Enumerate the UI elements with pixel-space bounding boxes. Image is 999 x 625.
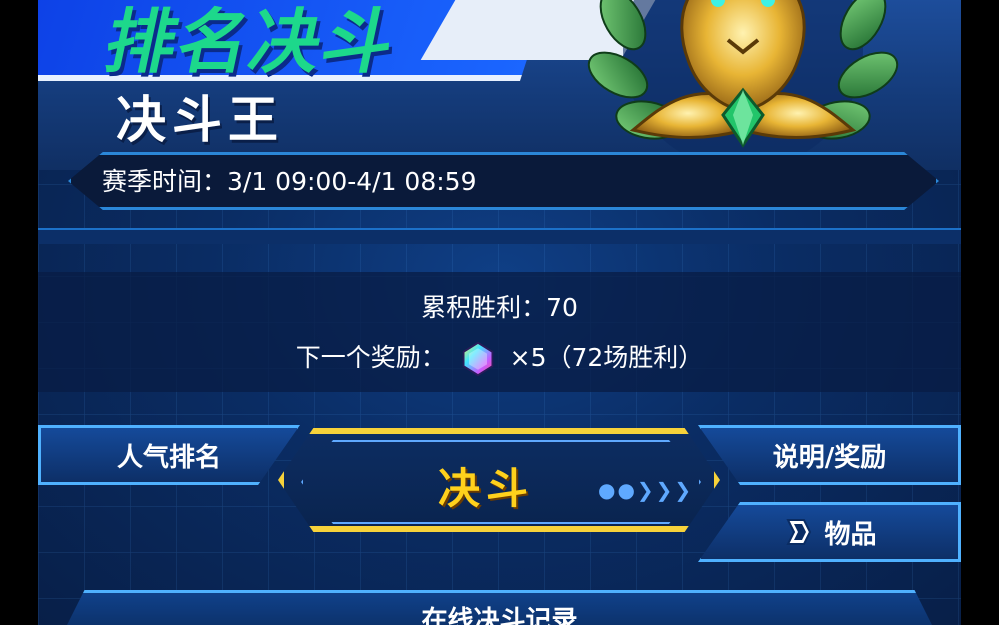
ranked-duel-screen: 排名决斗 决斗王 赛季时间：3/1 09:00-4/1 08:59 累积胜利：7… bbox=[38, 0, 961, 625]
explanation-rewards-button[interactable]: 说明/奖励 bbox=[698, 425, 961, 485]
header-banner: 排名决斗 决斗王 bbox=[38, 0, 961, 170]
duel-label: 决斗 bbox=[438, 464, 535, 513]
duel-arrows-icon: ●●❯❯❯ bbox=[598, 478, 694, 502]
card-pack-icon bbox=[786, 519, 812, 545]
banner-title: 排名决斗 bbox=[98, 1, 404, 83]
divider-band bbox=[38, 228, 961, 244]
online-duel-record-label: 在线决斗记录 bbox=[421, 606, 578, 625]
items-label: 物品 bbox=[824, 519, 877, 550]
next-reward-label: 下一个奖励： bbox=[295, 343, 446, 372]
rank-title: 决斗王 bbox=[116, 91, 284, 149]
explanation-rewards-label: 说明/奖励 bbox=[772, 442, 887, 473]
popularity-ranking-label: 人气排名 bbox=[116, 442, 221, 473]
next-reward-row: 下一个奖励： ×5（72场胜利） bbox=[38, 338, 961, 377]
next-reward-detail: ×5（72场胜利） bbox=[509, 343, 704, 372]
cumulative-wins: 累积胜利：70 bbox=[421, 293, 578, 322]
popularity-ranking-button[interactable]: 人气排名 bbox=[38, 425, 300, 485]
items-button[interactable]: 物品 bbox=[698, 502, 961, 562]
season-time: 赛季时间：3/1 09:00-4/1 08:59 bbox=[102, 167, 477, 196]
crystal-gem-icon bbox=[462, 341, 493, 377]
lion-rank-emblem-icon bbox=[587, 0, 899, 160]
